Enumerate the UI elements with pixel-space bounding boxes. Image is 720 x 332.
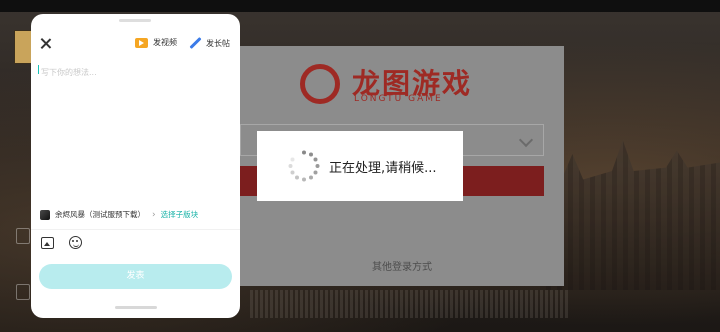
loading-dialog: 正在处理,请稍候...	[257, 131, 463, 201]
compose-post-panel: 发视频 发长帖 余烬风暴（测试服预下载） › 选择子版块 发表	[31, 14, 240, 318]
video-icon	[135, 37, 148, 48]
post-content-input[interactable]	[38, 62, 231, 82]
drag-handle[interactable]	[119, 19, 151, 22]
background-footer-text	[250, 290, 570, 318]
close-icon[interactable]	[39, 37, 53, 51]
game-side-icon[interactable]	[14, 30, 32, 64]
loading-spinner-icon	[288, 150, 320, 182]
other-login-link[interactable]: 其他登录方式	[240, 258, 564, 273]
side-menu-icon[interactable]	[16, 228, 30, 244]
longtu-logo-mark	[300, 64, 340, 104]
loading-text: 正在处理,请稍候...	[329, 161, 437, 176]
longtu-logo: 龙图游戏 LONGTU GAME	[300, 60, 520, 104]
forum-selector[interactable]: 余烬风暴（测试服预下载） › 选择子版块	[40, 209, 198, 220]
image-icon[interactable]	[41, 237, 54, 249]
top-status-bar	[0, 0, 720, 12]
post-video-label: 发视频	[153, 38, 177, 47]
side-menu-icon[interactable]	[16, 284, 30, 300]
post-video-button[interactable]: 发视频	[135, 37, 177, 48]
forum-name: 余烬风暴（测试服预下载）	[55, 210, 145, 219]
chevron-right-icon: ›	[152, 209, 156, 220]
chevron-down-icon	[518, 132, 534, 148]
select-subforum-link[interactable]: 选择子版块	[161, 209, 199, 220]
forum-avatar	[40, 209, 50, 220]
post-long-button[interactable]: 发长帖	[189, 37, 230, 49]
logo-subtitle: LONGTU GAME	[354, 94, 443, 104]
post-long-label: 发长帖	[206, 38, 230, 48]
bottom-handle	[115, 306, 157, 309]
emoji-icon[interactable]	[69, 236, 82, 249]
divider	[31, 229, 240, 230]
publish-button[interactable]: 发表	[39, 264, 232, 289]
pen-icon	[189, 37, 201, 49]
